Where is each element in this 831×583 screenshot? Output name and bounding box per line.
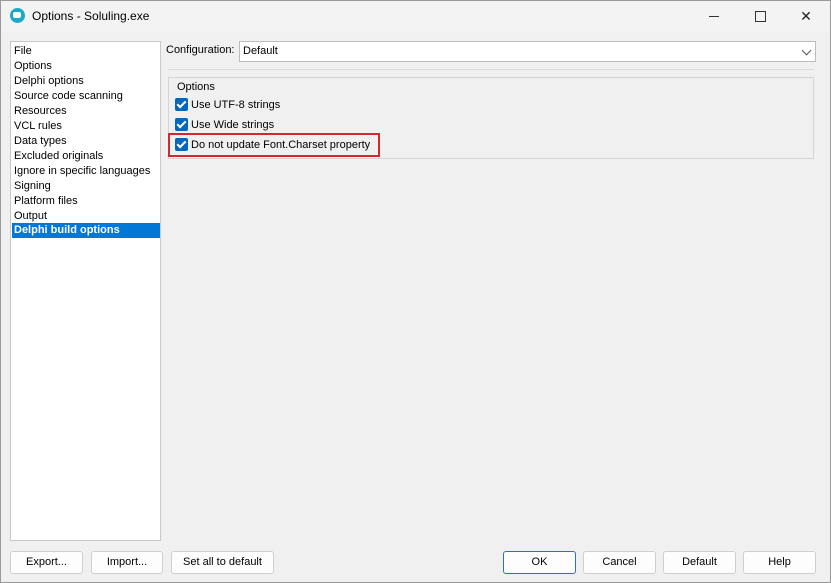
nav-item-file[interactable]: File	[12, 44, 160, 59]
use-utf8-strings-checkbox[interactable]: Use UTF-8 strings	[175, 97, 280, 112]
checkbox-label[interactable]: Use UTF-8 strings	[191, 99, 280, 111]
close-button[interactable]: ✕	[783, 1, 829, 32]
separator	[168, 69, 814, 70]
ok-button[interactable]: OK	[503, 551, 576, 574]
checkbox-checked-icon[interactable]	[175, 118, 188, 131]
options-nav-list[interactable]: File Options Delphi options Source code …	[10, 41, 161, 541]
nav-item-excluded-originals[interactable]: Excluded originals	[12, 149, 160, 164]
nav-item-options[interactable]: Options	[12, 59, 160, 74]
minimize-button[interactable]	[691, 1, 737, 32]
export-button[interactable]: Export...	[10, 551, 83, 574]
configuration-value: Default	[243, 45, 278, 57]
nav-item-source-code-scanning[interactable]: Source code scanning	[12, 89, 160, 104]
nav-item-resources[interactable]: Resources	[12, 104, 160, 119]
nav-item-data-types[interactable]: Data types	[12, 134, 160, 149]
nav-item-delphi-options[interactable]: Delphi options	[12, 74, 160, 89]
nav-item-platform-files[interactable]: Platform files	[12, 194, 160, 209]
import-button[interactable]: Import...	[91, 551, 163, 574]
nav-item-vcl-rules[interactable]: VCL rules	[12, 119, 160, 134]
cancel-button[interactable]: Cancel	[583, 551, 656, 574]
highlight-annotation	[168, 133, 380, 157]
options-window: Options - Soluling.exe ✕ File Options De…	[0, 0, 831, 583]
title-bar: Options - Soluling.exe ✕	[1, 1, 830, 32]
nav-item-delphi-build-options[interactable]: Delphi build options	[12, 223, 160, 238]
nav-item-signing[interactable]: Signing	[12, 179, 160, 194]
help-button[interactable]: Help	[743, 551, 816, 574]
set-all-to-default-button[interactable]: Set all to default	[171, 551, 274, 574]
configuration-label: Configuration:	[166, 44, 235, 56]
default-button[interactable]: Default	[663, 551, 736, 574]
maximize-icon	[754, 11, 766, 22]
checkbox-checked-icon[interactable]	[175, 98, 188, 111]
checkbox-label[interactable]: Use Wide strings	[191, 119, 274, 131]
use-wide-strings-checkbox[interactable]: Use Wide strings	[175, 117, 274, 132]
close-icon: ✕	[800, 8, 812, 24]
nav-item-output[interactable]: Output	[12, 209, 160, 224]
chevron-down-icon	[801, 45, 812, 56]
minimize-icon	[709, 16, 719, 17]
nav-item-ignore-in-specific-languages[interactable]: Ignore in specific languages	[12, 164, 160, 179]
app-icon	[10, 8, 25, 23]
window-title: Options - Soluling.exe	[32, 9, 150, 23]
options-group-title: Options	[177, 81, 215, 93]
maximize-button[interactable]	[737, 1, 783, 32]
configuration-select[interactable]: Default	[239, 41, 816, 62]
